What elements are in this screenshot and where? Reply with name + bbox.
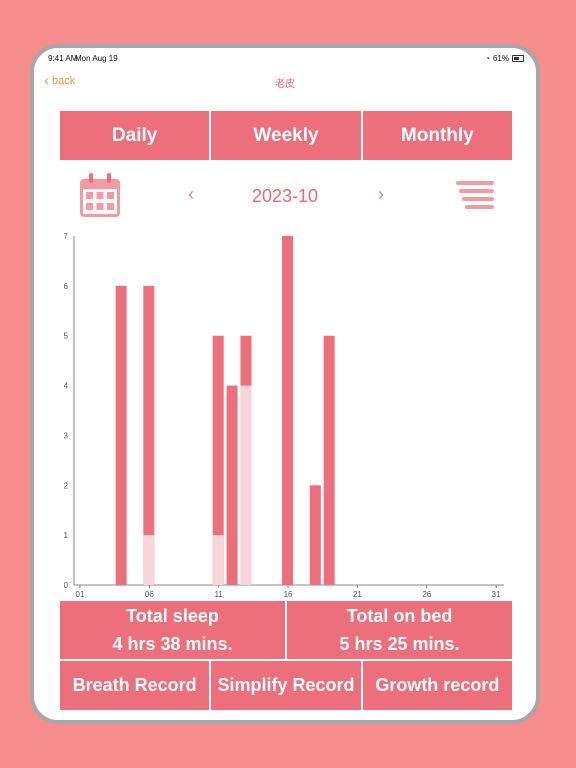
light-sleep-bar <box>212 535 224 585</box>
y-tick-label: 7 <box>64 232 69 241</box>
battery-icon <box>512 55 524 62</box>
sleep-bar <box>282 236 294 585</box>
light-sleep-bar <box>143 535 155 585</box>
tab-daily[interactable]: Daily <box>60 111 210 160</box>
tab-weekly[interactable]: Weekly <box>211 111 361 160</box>
y-tick-label: 2 <box>64 481 69 490</box>
navigation-bar: ‹ back 老皮 <box>34 70 536 94</box>
calendar-icon[interactable] <box>78 172 122 220</box>
page-title: 老皮 <box>275 79 295 90</box>
y-tick-label: 6 <box>64 282 69 291</box>
x-tick-label: 31 <box>492 590 501 599</box>
sleep-bar <box>226 385 238 585</box>
x-tick-label: 16 <box>284 590 293 599</box>
simplify-record-button[interactable]: Simplify Record <box>211 661 361 710</box>
x-tick-label: 06 <box>145 590 154 599</box>
status-date: Mon Aug 19 <box>75 54 118 63</box>
x-tick-label: 26 <box>422 590 431 599</box>
y-tick-label: 3 <box>64 431 69 440</box>
status-right: ◔ 61% <box>485 54 524 63</box>
total-sleep-box: Total sleep 4 hrs 38 mins. <box>60 601 285 659</box>
y-tick-label: 4 <box>64 382 69 391</box>
tab-monthly[interactable]: Monthly <box>362 111 512 160</box>
y-tick-label: 5 <box>64 332 69 341</box>
y-tick-label: 1 <box>64 531 69 540</box>
battery-percent: 61% <box>492 54 509 63</box>
tablet-frame: 9:41 AM Mon Aug 19 ◔ 61% ‹ back 老皮 Daily… <box>30 44 540 724</box>
x-tick-label: 01 <box>76 590 85 599</box>
period-tabs: Daily Weekly Monthly <box>60 111 512 160</box>
status-bar: 9:41 AM Mon Aug 19 ◔ 61% <box>34 48 536 66</box>
current-month: 2023-10 <box>251 186 319 206</box>
sleep-bar <box>323 335 335 585</box>
x-tick-label: 11 <box>215 590 224 599</box>
sleep-bar <box>115 285 127 585</box>
status-time: 9:41 AM <box>48 54 78 63</box>
record-actions: Breath Record Simplify Record Growth rec… <box>60 661 512 710</box>
next-month-button[interactable]: › <box>378 184 384 205</box>
date-toolbar: ‹ 2023-10 › <box>60 172 512 224</box>
chart-svg: 0123456701061116212631 <box>64 232 504 599</box>
summary-panel: Total sleep 4 hrs 38 mins. Total on bed … <box>60 601 512 659</box>
light-sleep-bar <box>240 385 252 585</box>
sleep-bar-chart: 0123456701061116212631 <box>64 228 514 603</box>
wifi-icon: ◔ <box>485 54 490 63</box>
total-on-bed-box: Total on bed 5 hrs 25 mins. <box>287 601 512 659</box>
total-sleep-value: 4 hrs 38 mins. <box>112 634 233 654</box>
list-menu-icon[interactable] <box>456 180 494 212</box>
sleep-bar <box>309 485 321 585</box>
y-tick-label: 0 <box>64 581 69 590</box>
total-on-bed-label: Total on bed <box>346 606 453 626</box>
x-tick-label: 21 <box>353 590 362 599</box>
growth-record-button[interactable]: Growth record <box>362 661 512 710</box>
total-on-bed-value: 5 hrs 25 mins. <box>339 634 460 654</box>
total-sleep-label: Total sleep <box>126 606 219 626</box>
previous-month-button[interactable]: ‹ <box>188 184 194 205</box>
breath-record-button[interactable]: Breath Record <box>60 661 210 710</box>
